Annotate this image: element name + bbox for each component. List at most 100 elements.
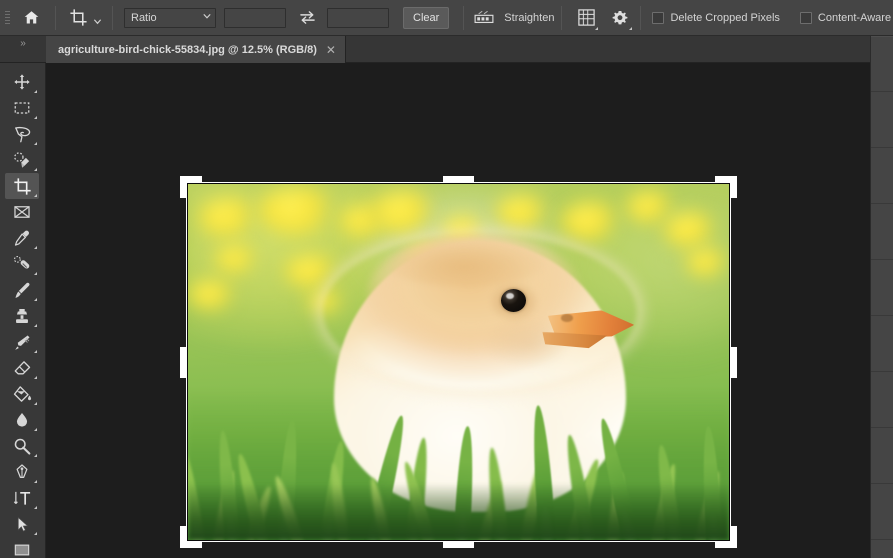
blurred-flower xyxy=(561,201,621,241)
aspect-ratio-select[interactable]: Ratio xyxy=(124,7,216,28)
sidebar-item-eraser-tool[interactable] xyxy=(5,355,39,381)
type-icon xyxy=(13,491,30,505)
tool-flyout-indicator xyxy=(34,324,37,327)
divider xyxy=(463,5,465,30)
panel-dock-segment[interactable] xyxy=(871,92,893,148)
clone-stamp-icon xyxy=(16,308,28,324)
tool-flyout-indicator xyxy=(34,376,37,379)
content-aware-checkbox[interactable]: Content-Aware xyxy=(799,11,892,24)
clear-button[interactable]: Clear xyxy=(403,6,450,29)
crop-handle-top-center[interactable] xyxy=(443,176,474,183)
sidebar-item-brush-tool[interactable] xyxy=(5,277,39,303)
healing-brush-icon xyxy=(13,255,29,269)
sidebar-item-object-selection-tool[interactable] xyxy=(5,147,39,173)
crop-handle-middle-left[interactable] xyxy=(180,347,187,378)
crop-handle-top-right-v[interactable] xyxy=(730,176,737,198)
eraser-icon xyxy=(14,360,30,374)
tool-flyout-indicator xyxy=(34,272,37,275)
blurred-flower xyxy=(258,187,340,234)
panel-dock-segment[interactable] xyxy=(871,484,893,540)
sidebar-item-move-tool[interactable] xyxy=(5,69,39,95)
grid-overlay-icon xyxy=(578,9,595,26)
crop-handle-top-left-v[interactable] xyxy=(180,176,187,198)
sidebar-item-history-brush-tool[interactable] xyxy=(5,329,39,355)
chevron-down-icon xyxy=(93,13,102,25)
swap-arrows-icon xyxy=(299,11,315,24)
panel-dock-segment[interactable] xyxy=(871,36,893,92)
sidebar-item-pen-tool[interactable] xyxy=(5,459,39,485)
swap-dimensions-button[interactable] xyxy=(295,6,319,30)
divider xyxy=(55,5,56,30)
document-image[interactable] xyxy=(187,183,730,541)
sidebar-item-frame-tool[interactable] xyxy=(5,199,39,225)
chick-beak-nostril xyxy=(561,313,574,322)
crop-handle-bottom-right-v[interactable] xyxy=(730,526,737,548)
sidebar-item-crop-tool[interactable] xyxy=(5,173,39,199)
chevron-down-icon xyxy=(202,11,212,24)
panel-dock-segment[interactable] xyxy=(871,316,893,372)
crop-handle-middle-right[interactable] xyxy=(730,347,737,378)
tool-flyout-indicator xyxy=(34,350,37,353)
sidebar-item-dodge-tool[interactable] xyxy=(5,433,39,459)
blurred-flower xyxy=(626,191,675,224)
blurred-flower xyxy=(371,191,437,234)
delete-cropped-pixels-checkbox[interactable]: Delete Cropped Pixels xyxy=(652,11,780,24)
gear-icon xyxy=(613,10,628,24)
panel-dock-segment[interactable] xyxy=(871,260,893,316)
crop-settings-button[interactable] xyxy=(607,6,633,30)
crop-width-input[interactable] xyxy=(224,7,286,28)
home-button[interactable] xyxy=(14,1,48,35)
crop-overlay-options-button[interactable] xyxy=(573,6,599,30)
blurred-flower xyxy=(664,212,719,249)
marquee-icon xyxy=(14,102,30,114)
options-bar-grip[interactable] xyxy=(2,5,12,31)
sidebar-item-path-selection-tool[interactable] xyxy=(5,511,39,537)
sidebar-item-rectangular-marquee-tool[interactable] xyxy=(5,95,39,121)
crop-handle-bottom-left-v[interactable] xyxy=(180,526,187,548)
tool-flyout-indicator xyxy=(34,246,37,249)
tool-flyout-indicator xyxy=(34,194,37,197)
blur-drop-icon xyxy=(16,412,28,427)
tool-flyout-indicator xyxy=(34,428,37,431)
panel-dock-segment[interactable] xyxy=(871,148,893,204)
sidebar-item-clone-stamp-tool[interactable] xyxy=(5,303,39,329)
tool-preset-picker[interactable] xyxy=(63,5,105,31)
checkbox-box xyxy=(652,11,665,24)
right-panel-dock[interactable] xyxy=(870,36,893,558)
sidebar-item-gradient-tool[interactable] xyxy=(5,381,39,407)
double-chevron-right-icon: » xyxy=(20,38,26,49)
crop-handle-bottom-center[interactable] xyxy=(443,541,474,548)
close-icon[interactable]: ✕ xyxy=(326,44,336,56)
crop-icon xyxy=(13,177,31,195)
tool-flyout-indicator xyxy=(34,90,37,93)
frame-icon xyxy=(14,206,30,218)
canvas-area[interactable] xyxy=(46,63,870,558)
sidebar-item-blur-tool[interactable] xyxy=(5,407,39,433)
panel-dock-segment[interactable] xyxy=(871,372,893,428)
sidebar-item-lasso-tool[interactable] xyxy=(5,121,39,147)
crop-selection[interactable] xyxy=(180,176,737,548)
straighten-button[interactable]: Straighten xyxy=(471,5,554,31)
sidebar-item-rectangle-tool[interactable] xyxy=(5,537,39,558)
divider xyxy=(640,5,642,30)
crop-height-input[interactable] xyxy=(327,7,389,28)
pen-icon xyxy=(16,464,28,479)
checkbox-label: Content-Aware xyxy=(817,11,892,24)
sidebar-item-spot-healing-brush-tool[interactable] xyxy=(5,251,39,277)
options-bar: Ratio Clear Straighten Delete Cropped Pi… xyxy=(0,0,893,36)
panel-dock-segment[interactable] xyxy=(871,428,893,484)
sidebar-item-type-tool[interactable] xyxy=(5,485,39,511)
blurred-flower xyxy=(215,244,259,273)
crop-tool-icon xyxy=(66,7,90,29)
aspect-ratio-value: Ratio xyxy=(131,11,157,24)
panel-dock-segment[interactable] xyxy=(871,204,893,260)
eyedropper-icon xyxy=(14,230,30,246)
sidebar-item-eyedropper-tool[interactable] xyxy=(5,225,39,251)
rectangle-shape-icon xyxy=(14,544,30,556)
tool-flyout-indicator xyxy=(34,454,37,457)
checkbox-box xyxy=(799,11,812,24)
panel-expander-button[interactable]: » xyxy=(0,36,46,56)
document-tab-title: agriculture-bird-chick-55834.jpg @ 12.5%… xyxy=(58,43,317,56)
straighten-label: Straighten xyxy=(504,11,555,24)
document-tab[interactable]: agriculture-bird-chick-55834.jpg @ 12.5%… xyxy=(46,36,346,63)
